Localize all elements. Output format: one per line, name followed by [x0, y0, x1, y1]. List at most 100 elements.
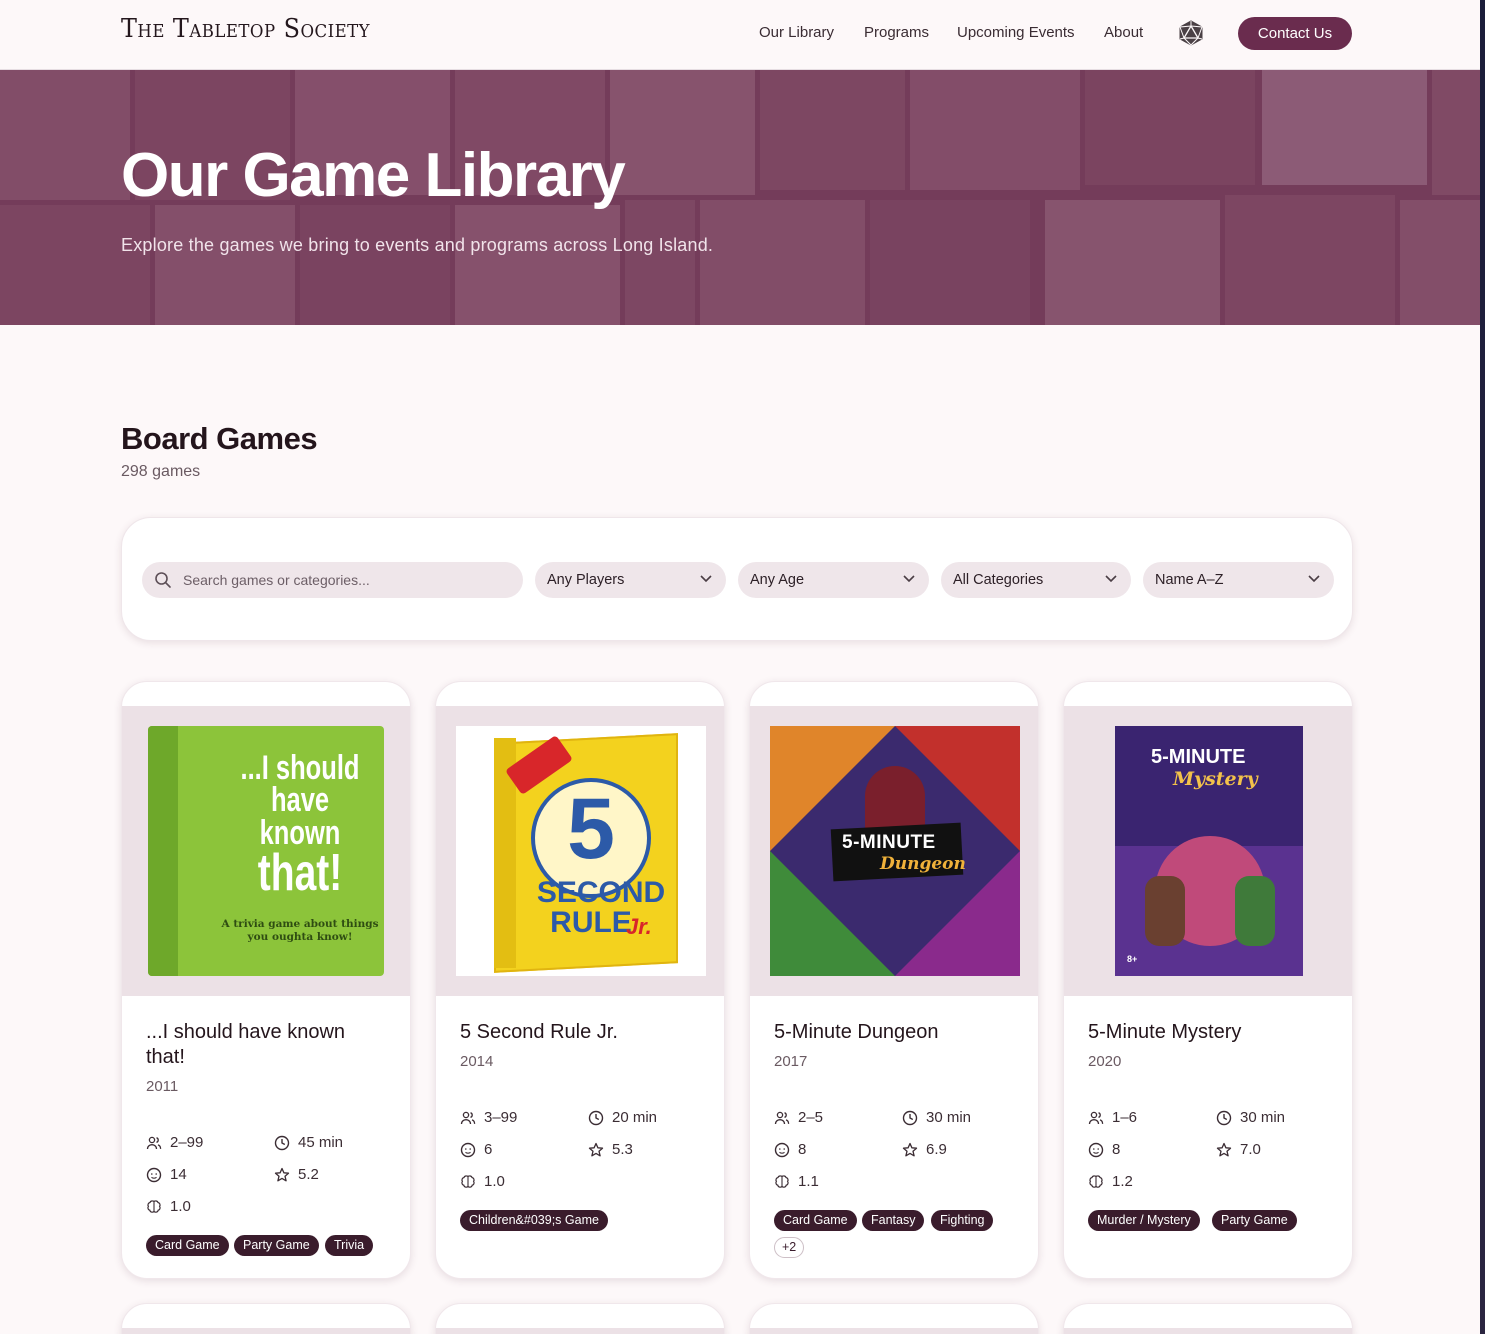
game-cover-frame: 5 SECOND RULE Jr.	[436, 706, 724, 996]
page: The Tabletop Society Our Library Program…	[0, 0, 1480, 1334]
users-icon	[774, 1111, 790, 1125]
game-card[interactable]: ...I should have known that! A trivia ga…	[121, 681, 411, 1279]
game-card[interactable]: 5-MINUTE Dungeon 5-Minute Dungeon 2017 2…	[749, 681, 1039, 1279]
sort-select-value: Name A–Z	[1155, 572, 1224, 588]
players-value: 3–99	[484, 1109, 518, 1126]
weight-value: 1.1	[798, 1173, 819, 1190]
age-face-icon	[460, 1142, 476, 1158]
brand-logo[interactable]: The Tabletop Society	[121, 14, 370, 44]
hero-banner: Our Game Library Explore the games we br…	[0, 70, 1480, 325]
brain-icon	[147, 1200, 161, 1213]
cover-number: 5	[567, 781, 615, 877]
game-card[interactable]	[749, 1303, 1039, 1334]
age-face-icon	[146, 1167, 162, 1183]
nav-about[interactable]: About	[1104, 24, 1143, 41]
players-value: 1–6	[1112, 1109, 1138, 1126]
tag-chip[interactable]: Party Game	[1212, 1210, 1297, 1231]
game-title[interactable]: ...I should have known that!	[146, 1020, 386, 1070]
tag-chip[interactable]: Fighting	[931, 1210, 994, 1231]
nav-our-library[interactable]: Our Library	[759, 24, 834, 41]
nav-upcoming-events[interactable]: Upcoming Events	[957, 24, 1075, 41]
tag-chip[interactable]: Card Game	[146, 1235, 229, 1256]
cover-title-line: SECOND	[536, 876, 666, 909]
age-value: 8	[798, 1141, 807, 1158]
tag-chip[interactable]: Murder / Mystery	[1088, 1210, 1200, 1231]
clock-icon	[274, 1135, 290, 1151]
clock-icon	[1216, 1110, 1232, 1126]
more-tags-chip[interactable]: +2	[774, 1237, 805, 1258]
sort-select[interactable]: Name A–Z	[1143, 562, 1334, 598]
game-title[interactable]: 5-Minute Dungeon	[774, 1020, 1014, 1045]
rating-value: 5.3	[612, 1141, 633, 1158]
cover-title-line: Dungeon	[880, 854, 966, 874]
cover-tagline: A trivia game about things you oughta kn…	[221, 918, 379, 943]
games-count: 298 games	[121, 463, 201, 480]
age-value: 14	[170, 1166, 187, 1183]
game-year: 2011	[146, 1078, 179, 1095]
search-icon	[155, 572, 171, 588]
age-select-value: Any Age	[750, 572, 805, 588]
cover-title-line: Jr.	[626, 914, 652, 939]
game-year: 2020	[1088, 1053, 1122, 1070]
game-title[interactable]: 5 Second Rule Jr.	[460, 1020, 700, 1045]
tag-chip[interactable]: Trivia	[325, 1235, 374, 1256]
time-value: 45 min	[298, 1134, 344, 1151]
star-icon	[274, 1167, 290, 1182]
cover-title-line: 5-MINUTE	[842, 832, 936, 853]
game-card[interactable]	[1063, 1303, 1353, 1334]
game-cover-image: 5 SECOND RULE Jr.	[456, 726, 706, 976]
age-value: 6	[484, 1141, 493, 1158]
page-title: Our Game Library	[121, 141, 626, 210]
category-select[interactable]: All Categories	[941, 562, 1131, 598]
game-cover-image: 5-MINUTE Dungeon	[770, 726, 1020, 976]
tag-chip[interactable]: Fantasy	[862, 1210, 925, 1231]
star-icon	[588, 1142, 604, 1157]
game-title[interactable]: 5-Minute Mystery	[1088, 1020, 1328, 1045]
game-year: 2017	[774, 1053, 808, 1070]
game-cover-frame: 5-MINUTE Dungeon	[750, 706, 1038, 996]
nav-programs[interactable]: Programs	[864, 24, 929, 41]
cover-title-line: ...I should	[240, 749, 360, 787]
players-select[interactable]: Any Players	[535, 562, 726, 598]
tag-chip[interactable]: Card Game	[774, 1210, 857, 1231]
rating-value: 5.2	[298, 1166, 319, 1183]
game-card[interactable]	[121, 1303, 411, 1334]
contact-us-button[interactable]: Contact Us	[1238, 17, 1352, 50]
age-face-icon	[774, 1142, 790, 1158]
time-value: 30 min	[1240, 1109, 1286, 1126]
star-icon	[1216, 1142, 1232, 1157]
chevron-down-icon	[903, 575, 915, 583]
brain-icon	[461, 1175, 475, 1188]
chevron-down-icon	[1308, 575, 1320, 583]
game-cover-image: 5-MINUTE Mystery 8+	[1115, 726, 1303, 976]
weight-value: 1.2	[1112, 1173, 1133, 1190]
chevron-down-icon	[1105, 575, 1117, 583]
players-value: 2–5	[798, 1109, 824, 1126]
age-select[interactable]: Any Age	[738, 562, 929, 598]
search-placeholder: Search games or categories...	[183, 572, 370, 588]
tag-chip[interactable]: Children&#039;s Game	[460, 1210, 608, 1231]
game-card[interactable]	[435, 1303, 725, 1334]
cover-title-line: Mystery	[1173, 768, 1258, 790]
weight-value: 1.0	[170, 1198, 191, 1215]
game-card[interactable]: 5-MINUTE Mystery 8+ 5-Minute Mystery 202…	[1063, 681, 1353, 1279]
users-icon	[460, 1111, 476, 1125]
brain-icon	[775, 1175, 789, 1188]
top-navigation-bar: The Tabletop Society Our Library Program…	[0, 0, 1480, 70]
age-face-icon	[1088, 1142, 1104, 1158]
game-card[interactable]: 5 SECOND RULE Jr. 5 Second Rule Jr. 2014…	[435, 681, 725, 1279]
d20-icon[interactable]	[1178, 20, 1204, 46]
time-value: 30 min	[926, 1109, 972, 1126]
game-cover-image: ...I should have known that! A trivia ga…	[148, 726, 384, 976]
users-icon	[1088, 1111, 1104, 1125]
search-input[interactable]: Search games or categories...	[142, 562, 523, 598]
users-icon	[146, 1136, 162, 1150]
weight-value: 1.0	[484, 1173, 505, 1190]
clock-icon	[588, 1110, 604, 1126]
category-select-value: All Categories	[953, 572, 1044, 588]
brain-icon	[1089, 1175, 1103, 1188]
cover-title-line: 5-MINUTE	[1151, 746, 1246, 768]
tag-chip[interactable]: Party Game	[234, 1235, 319, 1256]
section-title: Board Games	[121, 421, 318, 456]
players-value: 2–99	[170, 1134, 204, 1151]
